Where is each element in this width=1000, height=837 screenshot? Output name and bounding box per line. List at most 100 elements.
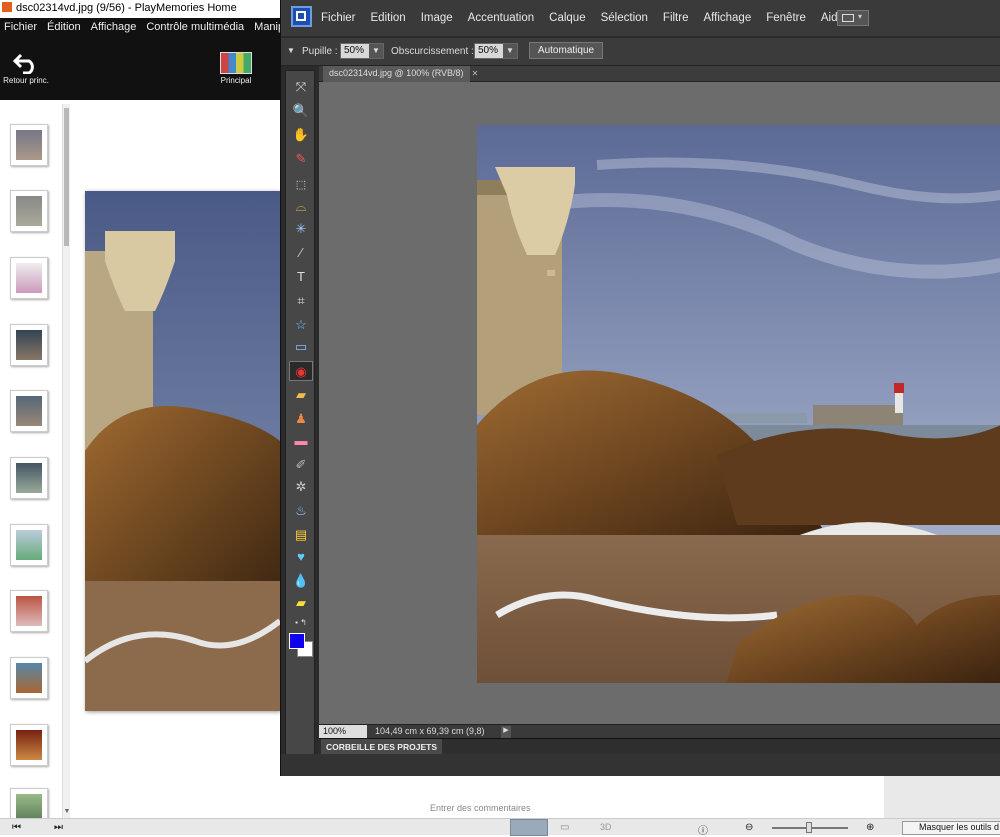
thumbnail[interactable]	[10, 390, 48, 432]
zoom-tool-icon[interactable]: 🔍	[289, 101, 313, 121]
eraser-tool-icon[interactable]: ▬	[289, 431, 313, 451]
menu-selection[interactable]: Sélection	[601, 12, 648, 24]
tool-options-bar: ▼ Pupille : 50% ▼ Obscurcissement : 50% ▼ …	[281, 38, 1000, 66]
navigation-toolbar: Retour princ. Principal	[0, 38, 280, 100]
menu-fichier[interactable]: Fichier	[0, 18, 43, 33]
menu-edition[interactable]: Édition	[43, 18, 87, 33]
document-tab-bar: dsc02314vd.jpg @ 100% (RVB/8) ✕	[319, 66, 1000, 82]
chevron-down-icon: ▾	[858, 12, 863, 21]
layout-icon	[842, 14, 854, 22]
window-title-bar: dsc02314vd.jpg (9/56) - PlayMemories Hom…	[0, 0, 280, 18]
darken-amount-field[interactable]: 50% ▼	[474, 43, 518, 59]
hand-tool-icon[interactable]: ✋	[289, 125, 313, 145]
foreground-color-swatch[interactable]	[289, 633, 305, 649]
thumbnail[interactable]	[10, 190, 48, 232]
document-area: dsc02314vd.jpg @ 100% (RVB/8) ✕ 100% 104…	[319, 66, 1000, 739]
pupil-size-field[interactable]: 50% ▼	[340, 43, 384, 59]
thumbnail[interactable]	[10, 724, 48, 766]
menu-calque[interactable]: Calque	[549, 12, 585, 24]
menu-fichier[interactable]: Fichier	[321, 12, 356, 24]
chevron-down-icon[interactable]: ▼	[369, 44, 383, 58]
clone-stamp-tool-icon[interactable]: ♟	[289, 409, 313, 429]
move-tool-icon[interactable]: ⤧	[289, 77, 313, 97]
zoom-out-icon[interactable]: ⊖	[745, 822, 753, 833]
fit-frame-button[interactable]	[510, 819, 548, 836]
healing-brush-tool-icon[interactable]: ▰	[289, 385, 313, 405]
hide-tools-button[interactable]: Masquer les outils d	[902, 821, 1000, 835]
thumbnail[interactable]	[10, 524, 48, 566]
darken-amount-value: 50%	[478, 45, 499, 56]
swap-colors-icon[interactable]: ▪ ↰	[289, 617, 313, 629]
thumbnail[interactable]	[10, 257, 48, 299]
crop-tool-icon[interactable]: ⌗	[289, 291, 313, 311]
scroll-down-arrow-icon[interactable]: ▼	[63, 808, 71, 818]
project-bin-header: CORBEILLE DES PROJETS	[319, 738, 1000, 755]
menu-image[interactable]: Image	[421, 12, 453, 24]
side-panel	[884, 776, 1000, 818]
thumbnail[interactable]	[10, 457, 48, 499]
thumbnail[interactable]	[10, 124, 48, 166]
close-tab-icon[interactable]: ✕	[472, 67, 479, 83]
menu-affichage[interactable]: Affichage	[703, 12, 751, 24]
menu-filtre[interactable]: Filtre	[663, 12, 689, 24]
eyedropper-tool-icon[interactable]: ✎	[289, 149, 313, 169]
menu-affichage[interactable]: Affichage	[87, 18, 143, 33]
auto-button[interactable]: Automatique	[529, 42, 603, 59]
scrollbar-thumb[interactable]	[64, 108, 69, 246]
thumbnail-grid-icon	[220, 52, 252, 74]
comments-field[interactable]: Entrer des commentaires	[430, 803, 531, 813]
brush-tool-icon[interactable]: ✐	[289, 455, 313, 475]
zoom-level-field[interactable]: 100%	[319, 725, 367, 739]
arrange-documents-button[interactable]: ▾	[837, 10, 869, 26]
menu-controle-multimedia[interactable]: Contrôle multimédia	[142, 18, 250, 33]
zoom-slider[interactable]	[772, 822, 848, 833]
smart-brush-tool-icon[interactable]: ✲	[289, 477, 313, 497]
status-menu-arrow-icon[interactable]: ▶	[501, 726, 511, 738]
red-eye-tool-icon[interactable]: ◉	[289, 361, 313, 381]
thumbnail[interactable]	[10, 657, 48, 699]
chevron-down-icon[interactable]: ▼	[503, 44, 517, 58]
slideshow-icon[interactable]: ▭	[560, 822, 569, 833]
back-to-home-button[interactable]: Retour princ.	[2, 52, 50, 92]
next-icon[interactable]: ⏭	[54, 822, 63, 833]
previous-icon[interactable]: ⏮	[12, 822, 21, 833]
tool-preset-chevron-icon[interactable]: ▼	[287, 46, 295, 55]
document-status-bar: 100% 104,49 cm x 69,39 cm (9,8) ▶	[319, 724, 1000, 739]
menu-fenetre[interactable]: Fenêtre	[766, 12, 806, 24]
pupil-size-value: 50%	[344, 45, 365, 56]
menu-manip[interactable]: Manip	[250, 18, 280, 33]
straighten-tool-icon[interactable]: ▭	[289, 337, 313, 357]
magic-wand-tool-icon[interactable]: ✳	[289, 219, 313, 239]
menu-accentuation[interactable]: Accentuation	[468, 12, 535, 24]
sponge-tool-icon[interactable]: ▰	[289, 593, 313, 613]
zoom-in-icon[interactable]: ⊕	[866, 822, 874, 833]
cookie-cutter-tool-icon[interactable]: ☆	[289, 315, 313, 335]
thumbnail[interactable]	[10, 590, 48, 632]
custom-shape-tool-icon[interactable]: ♥	[289, 547, 313, 567]
main-view-button[interactable]: Principal	[214, 52, 258, 92]
undo-arrow-icon	[13, 53, 34, 74]
pupil-label: Pupille :	[302, 46, 338, 57]
pse-logo-icon[interactable]	[291, 6, 312, 27]
darken-label: Obscurcissement :	[391, 46, 474, 57]
color-swatches[interactable]	[289, 631, 317, 661]
gradient-tool-icon[interactable]: ▤	[289, 525, 313, 545]
view-3d-button[interactable]: 3D	[600, 822, 612, 832]
type-tool-icon[interactable]: T	[289, 267, 313, 287]
bottom-toolbar: ⏮ ⏭ ▭ 3D ⓘ ⊖ ⊕ Masquer les outils d	[0, 818, 1000, 837]
thumbnail[interactable]	[10, 324, 48, 366]
photo-preview	[85, 191, 280, 711]
quick-selection-tool-icon[interactable]: ⁄	[289, 243, 313, 263]
marquee-tool-icon[interactable]: ⬚	[289, 175, 313, 195]
project-bin-tab[interactable]: CORBEILLE DES PROJETS	[321, 739, 442, 755]
lasso-tool-icon[interactable]: ⌓	[289, 197, 313, 217]
menu-edition[interactable]: Edition	[371, 12, 406, 24]
zoom-slider-handle[interactable]	[806, 822, 812, 833]
paint-bucket-tool-icon[interactable]: ♨	[289, 501, 313, 521]
document-tab[interactable]: dsc02314vd.jpg @ 100% (RVB/8)	[323, 66, 470, 82]
image-canvas[interactable]	[477, 125, 1000, 683]
app-icon	[2, 2, 12, 12]
thumbnail-scrollbar[interactable]: ▼	[62, 104, 70, 818]
preview-photo	[85, 191, 280, 711]
blur-tool-icon[interactable]: 💧	[289, 571, 313, 591]
